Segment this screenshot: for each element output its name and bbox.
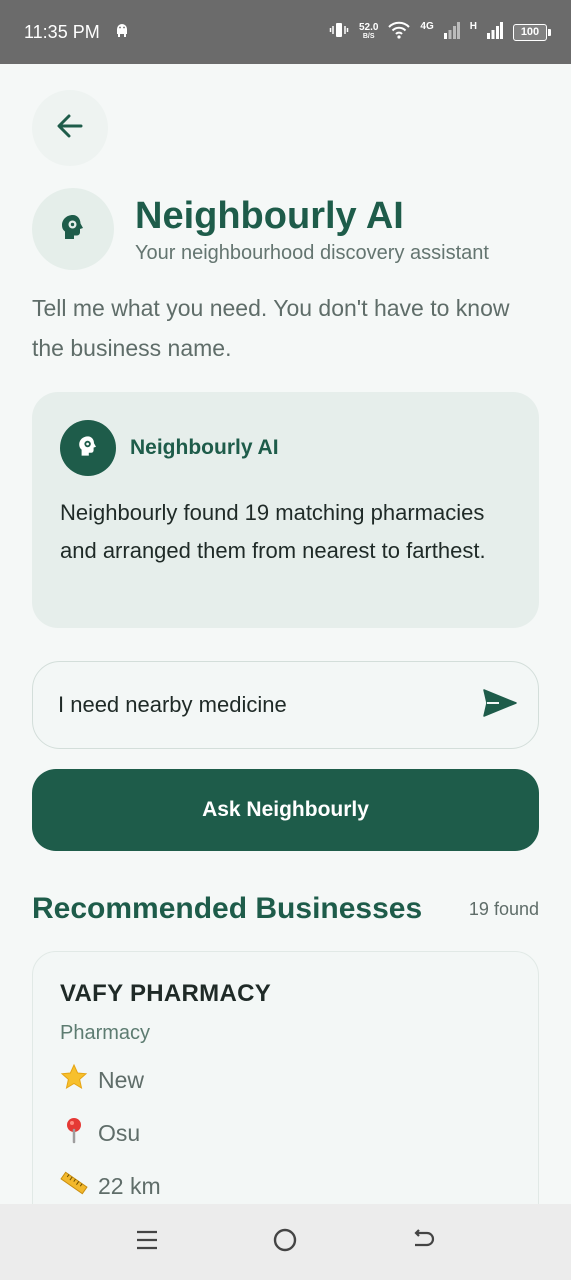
status-bar: 11:35 PM 52.0 B/S 4G H 100 <box>0 0 571 64</box>
arrow-left-icon <box>55 111 85 146</box>
network-h-label: H <box>469 20 477 32</box>
vibrate-icon <box>329 21 349 44</box>
head-gear-icon <box>58 212 88 247</box>
wifi-icon <box>388 21 411 44</box>
page-subtitle: Your neighbourhood discovery assistant <box>135 242 489 264</box>
home-button[interactable] <box>255 1212 315 1272</box>
assistant-avatar-small <box>60 420 116 476</box>
results-title: Recommended Businesses <box>32 892 423 925</box>
query-input[interactable] <box>58 692 480 718</box>
back-nav-button[interactable] <box>394 1212 454 1272</box>
business-location: Osu <box>98 1120 141 1146</box>
pin-icon <box>60 1116 90 1151</box>
query-box <box>32 661 539 749</box>
return-icon <box>412 1228 436 1256</box>
ruler-icon <box>60 1169 90 1204</box>
assistant-header: Neighbourly AI Your neighbourhood discov… <box>32 188 489 270</box>
page-title: Neighbourly AI <box>135 195 404 237</box>
send-button[interactable] <box>480 685 520 725</box>
intro-text: Tell me what you need. You don't have to… <box>32 295 510 361</box>
business-location-row: Osu <box>60 1116 511 1151</box>
head-gear-icon <box>76 434 100 463</box>
circle-home-icon <box>272 1227 298 1258</box>
business-rating: New <box>98 1067 145 1093</box>
ai-response-card: Neighbourly AI Neighbourly found 19 matc… <box>32 392 539 628</box>
results-count: 19 found <box>468 898 539 919</box>
business-distance: 22 km <box>98 1173 161 1199</box>
business-rating-row: New <box>60 1063 511 1098</box>
ai-message: Neighbourly found 19 matching pharmacies… <box>60 500 486 563</box>
network-4g-label: 4G <box>420 20 434 32</box>
business-card[interactable]: VAFY PHARMACY Pharmacy New Osu 22 km <box>32 951 539 1204</box>
system-nav-bar <box>0 1204 571 1280</box>
star-icon <box>60 1063 90 1098</box>
signal-icon-2 <box>487 21 503 44</box>
android-icon <box>114 22 130 43</box>
main-content: Neighbourly AI Your neighbourhood discov… <box>0 64 571 1204</box>
network-speed: 52.0 B/S <box>358 22 379 41</box>
recent-apps-button[interactable] <box>117 1212 177 1272</box>
business-distance-row: 22 km <box>60 1169 511 1204</box>
status-time: 11:35 PM <box>24 21 100 42</box>
battery-indicator: 100 <box>513 23 551 41</box>
business-category: Pharmacy <box>60 1022 151 1044</box>
ai-card-name: Neighbourly AI <box>130 436 279 459</box>
ask-neighbourly-button[interactable]: Ask Neighbourly <box>32 769 539 851</box>
business-name: VAFY PHARMACY <box>60 980 272 1007</box>
signal-icon <box>443 21 460 44</box>
back-button[interactable] <box>32 90 108 166</box>
send-icon <box>482 688 518 723</box>
assistant-avatar <box>32 188 114 270</box>
menu-lines-icon <box>136 1229 158 1256</box>
results-header: Recommended Businesses 19 found <box>32 892 539 926</box>
